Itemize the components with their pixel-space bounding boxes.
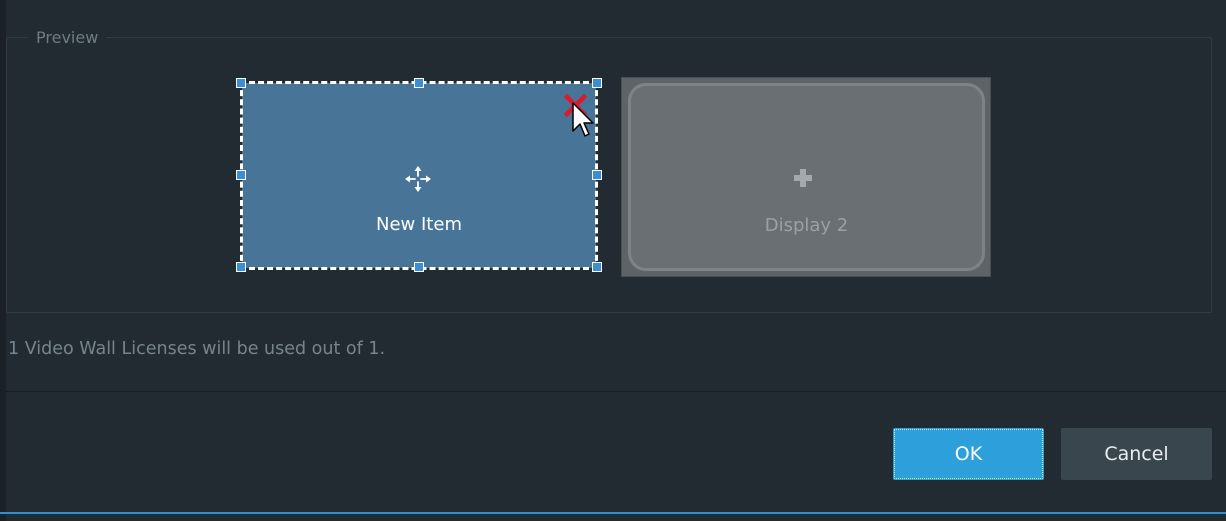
cancel-button[interactable]: Cancel: [1061, 428, 1212, 480]
preview-title: Preview: [28, 28, 107, 47]
plus-icon: [794, 169, 812, 187]
resize-handle-left[interactable]: [236, 170, 246, 180]
resize-handle-top-left[interactable]: [236, 78, 246, 88]
mouse-cursor-icon: [572, 102, 594, 137]
new-item-label: New Item: [376, 214, 462, 235]
move-icon: [405, 166, 431, 192]
preview-groupbox: [6, 37, 1212, 313]
resize-handle-top[interactable]: [414, 78, 424, 88]
license-info-text: 1 Video Wall Licenses will be used out o…: [8, 339, 386, 359]
resize-handle-bottom[interactable]: [414, 262, 424, 272]
resize-handle-right[interactable]: [592, 170, 602, 180]
display-2-label: Display 2: [764, 215, 849, 236]
resize-handle-top-right[interactable]: [592, 78, 602, 88]
resize-handle-bottom-left[interactable]: [236, 262, 246, 272]
footer-separator: [6, 391, 1226, 392]
ok-button[interactable]: OK: [893, 428, 1044, 480]
bottom-accent-line: [0, 512, 1226, 514]
resize-handle-bottom-right[interactable]: [592, 262, 602, 272]
